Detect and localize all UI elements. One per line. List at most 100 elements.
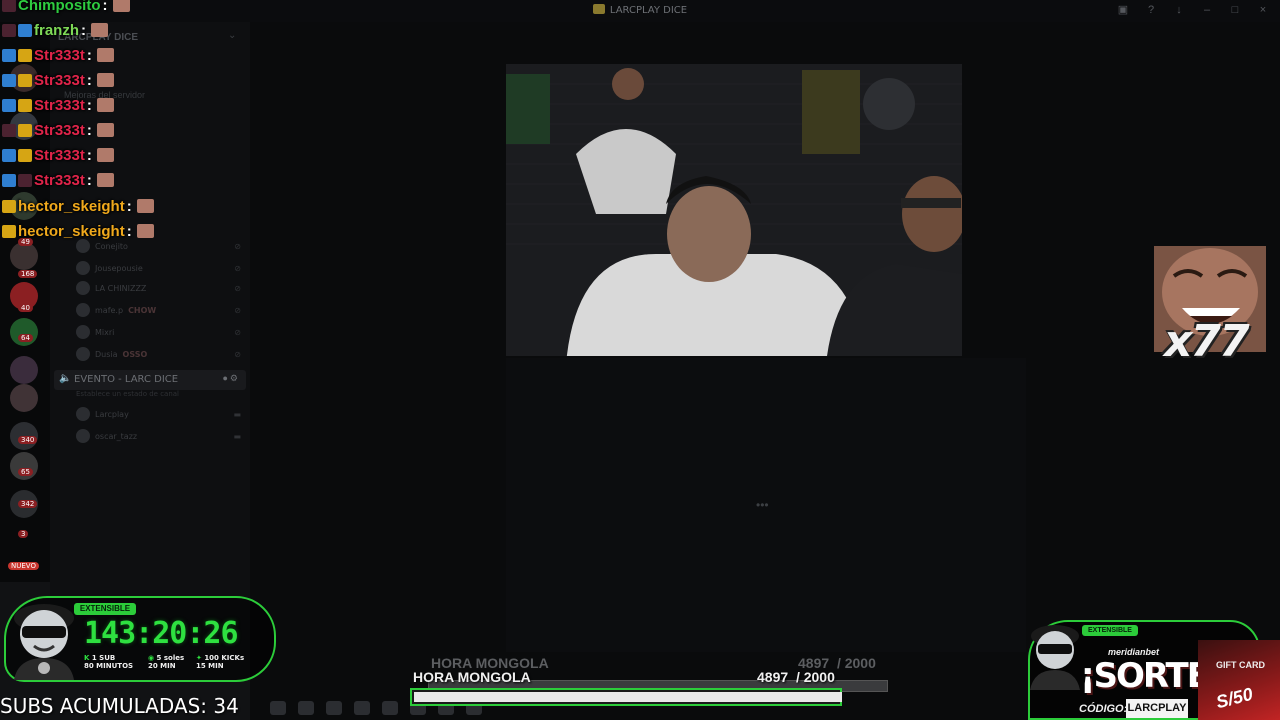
goal-count: 4897 / 2000	[757, 669, 835, 685]
inbox-icon[interactable]: ▣	[1116, 3, 1130, 17]
taskbar-app-icon[interactable]	[270, 701, 286, 715]
voice-user[interactable]: mafe.p CHOW ⊘	[76, 302, 241, 318]
sorteo-code-label: CÓDIGO:	[1079, 703, 1128, 715]
chat-emote-icon	[96, 123, 114, 137]
chat-separator: :	[102, 0, 108, 14]
user-tag: OSSO	[122, 349, 148, 359]
voice-user[interactable]: Mixri ⊘	[76, 324, 241, 340]
mascot-icon	[1030, 625, 1080, 690]
avatar	[76, 303, 90, 317]
muted-mic-icon: ⊘	[234, 305, 241, 315]
muted-mic-icon: ⊘	[234, 283, 241, 293]
server-badge: 3	[18, 530, 29, 538]
chat-username[interactable]: Str333t	[34, 122, 85, 139]
reward-soles: ◉ 5 soles 20 MIN	[148, 654, 184, 670]
voice-user-name: Dusia	[95, 349, 118, 359]
chat-separator: :	[86, 71, 92, 89]
chat-badge-icon	[2, 123, 16, 137]
channel-status[interactable]: Establece un estado de canal	[76, 390, 179, 398]
chat-badge-icon	[18, 48, 32, 62]
server-icon[interactable]	[10, 242, 38, 270]
chevron-down-icon[interactable]: ⌄	[228, 30, 236, 41]
reward-sub: K 1 SUB 80 MINUTOS	[84, 654, 133, 670]
server-badge: 342	[18, 500, 38, 508]
voice-channel-member[interactable]: Larcplay ▬	[76, 406, 241, 422]
chat-badge-icon	[2, 23, 16, 37]
chat-message: Str333t :	[2, 169, 114, 191]
taskbar-app-icon[interactable]	[298, 701, 314, 715]
chat-separator: :	[126, 197, 132, 215]
chat-separator: :	[86, 46, 92, 64]
chat-separator: :	[86, 96, 92, 114]
voice-channel-member[interactable]: oscar_tazz ▬	[76, 428, 241, 444]
chat-emote-icon	[136, 224, 154, 238]
sorteo-code: LARCPLAY	[1126, 699, 1188, 718]
server-icon[interactable]	[10, 356, 38, 384]
help-icon[interactable]: ?	[1144, 3, 1158, 17]
voice-user-name: mafe.p	[95, 305, 124, 315]
chat-username[interactable]: hector_skeight	[18, 198, 125, 215]
chat-message: Chimposito :	[2, 0, 130, 16]
minimize-icon[interactable]: –	[1200, 3, 1214, 17]
voice-channel-evento[interactable]: 🔈 EVENTO - LARC DICE ●⚙	[54, 370, 246, 390]
goal-label: HORA MONGOLA	[413, 669, 531, 685]
taskbar-app-icon[interactable]	[326, 701, 342, 715]
gift-card-label: GIFT CARD	[1216, 660, 1265, 670]
chat-username[interactable]: hector_skeight	[18, 223, 125, 240]
goal-progress-fill	[414, 692, 842, 702]
avatar	[76, 347, 90, 361]
server-badge: 340	[18, 436, 38, 444]
close-icon[interactable]: ×	[1256, 3, 1270, 17]
maximize-icon[interactable]: □	[1228, 3, 1242, 17]
voice-user[interactable]: Jousepousie ⊘	[76, 260, 241, 276]
sorteo-extensible-badge: EXTENSIBLE	[1082, 625, 1138, 636]
voice-user[interactable]: LA CHINIZZZ ⊘	[76, 280, 241, 296]
chat-separator: :	[86, 121, 92, 139]
chat-message: Str333t :	[2, 44, 114, 66]
voice-member-name: Larcplay	[95, 409, 129, 419]
voice-channel-name: EVENTO - LARC DICE	[74, 374, 179, 385]
goal-target-shadow: / 2000	[836, 655, 876, 671]
reward-soles-amount: 5 soles	[156, 654, 185, 662]
chat-separator: :	[81, 21, 86, 39]
reward-soles-time: 20 MIN	[148, 662, 176, 670]
reward-kicks: ✦ 100 KICKs 15 MIN	[196, 654, 244, 670]
download-icon[interactable]: ↓	[1172, 3, 1186, 17]
chat-username[interactable]: Str333t	[34, 47, 85, 64]
channel-actions[interactable]: ●⚙	[222, 373, 240, 384]
goal-target: / 2000	[795, 669, 835, 685]
coin-icon: ◉	[148, 654, 155, 662]
stream-placeholder: •••	[506, 358, 1026, 652]
chat-badge-icon	[2, 48, 16, 62]
chat-username[interactable]: franzh	[34, 22, 79, 39]
speaker-icon: 🔈	[59, 373, 72, 384]
chat-emote-icon	[96, 148, 114, 162]
chat-badge-icon	[18, 123, 32, 137]
emote-multiplier: x77	[1164, 316, 1250, 367]
voice-user-name: LA CHINIZZZ	[95, 283, 147, 293]
chat-username[interactable]: Str333t	[34, 172, 85, 189]
webcam-feed	[506, 64, 962, 356]
chat-message: hector_skeight :	[2, 195, 154, 217]
avatar	[76, 407, 90, 421]
chat-emote-icon	[136, 199, 154, 213]
chat-username[interactable]: Str333t	[34, 72, 85, 89]
avatar	[76, 325, 90, 339]
chat-message: hector_skeight :	[2, 220, 154, 242]
gift-icon: ✦	[196, 654, 202, 662]
chat-username[interactable]: Chimposito	[18, 0, 101, 14]
chat-message: franzh :	[2, 19, 108, 41]
chat-username[interactable]: Str333t	[34, 147, 85, 164]
chat-separator: :	[86, 171, 92, 189]
muted-mic-icon: ⊘	[234, 327, 241, 337]
voice-user[interactable]: Dusia OSSO ⊘	[76, 346, 241, 362]
server-icon[interactable]	[10, 384, 38, 412]
subathon-timer: 143:20:26	[84, 616, 239, 651]
chat-message: Str333t :	[2, 94, 114, 116]
chat-username[interactable]: Str333t	[34, 97, 85, 114]
chat-badge-icon	[2, 73, 16, 87]
taskbar-app-icon[interactable]	[354, 701, 370, 715]
avatar	[76, 429, 90, 443]
avatar	[76, 261, 90, 275]
taskbar-app-icon[interactable]	[382, 701, 398, 715]
